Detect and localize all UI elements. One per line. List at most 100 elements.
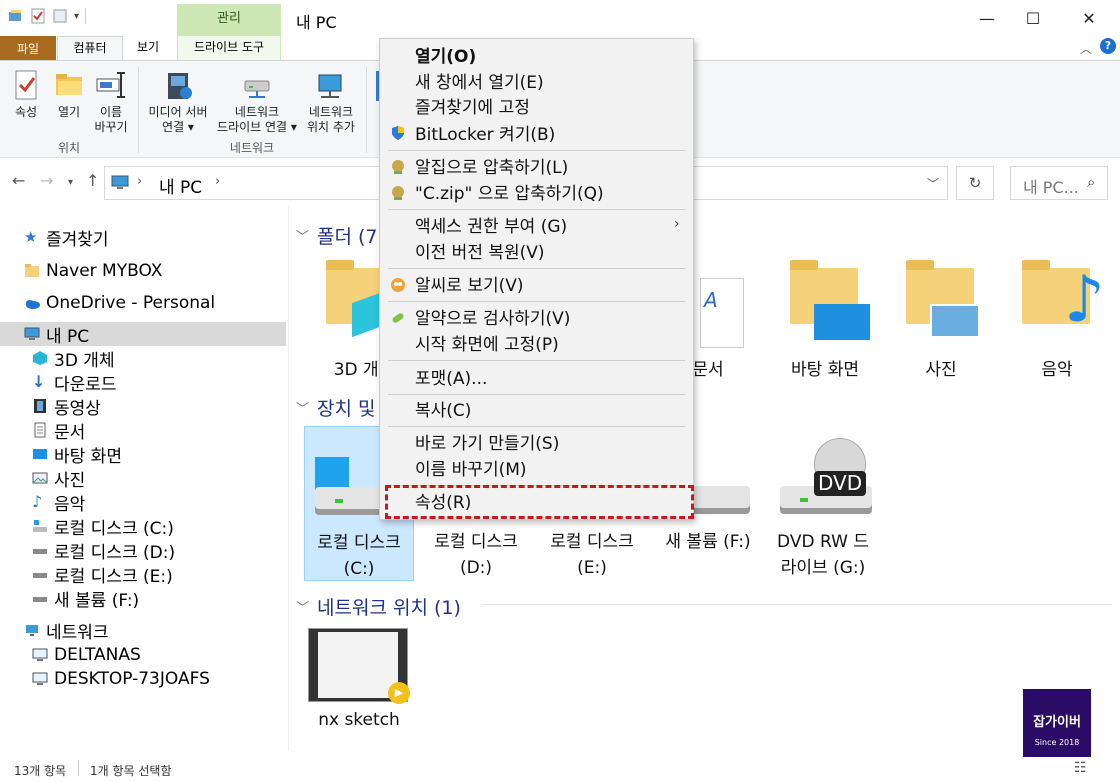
folder-tile-documents[interactable]: A 문서 [692,258,752,383]
pane-divider[interactable] [288,206,289,751]
ribbon-group-divider [138,67,139,153]
landscape-picture-icon [930,304,980,338]
open-button[interactable]: 열기 [50,69,88,120]
media-server-button[interactable]: 미디어 서버 연결 ▾ [144,69,212,135]
devices-header-label: 장치 및 [317,398,376,420]
document-icon [34,422,46,438]
drive-tile-dvd-g[interactable]: DVD DVD RW 드 라이브 (G:) [770,426,876,581]
menu-item-give-access[interactable]: 액세스 권한 부여 (G) [415,215,567,239]
customize-qat-chevron-icon[interactable]: ▾ [74,11,79,22]
menu-item-create-shortcut[interactable]: 바로 가기 만들기(S) [415,432,559,456]
menu-item-copy[interactable]: 복사(C) [415,399,471,423]
menu-item-open[interactable]: 열기(O) [415,45,476,69]
properties-icon [10,69,42,101]
maximize-button[interactable]: ☐ [1010,0,1056,36]
menu-item-open-new-window[interactable]: 새 창에서 열기(E) [415,71,544,95]
rename-icon [95,69,127,101]
back-arrow-icon[interactable]: ← [12,171,25,190]
nav-item-documents[interactable]: 문서 [0,418,286,443]
nav-item-desktop[interactable]: 바탕 화면 [0,442,286,467]
nav-item-onedrive[interactable]: OneDrive - Personal [0,291,286,315]
add-network-location-button[interactable]: 네트워크 위치 추가 [302,69,360,135]
menu-item-pin-start[interactable]: 시작 화면에 고정(P) [415,333,559,357]
minimize-button[interactable]: — [964,0,1010,36]
nav-item-pictures[interactable]: 사진 [0,466,286,491]
properties-check-icon[interactable] [30,8,46,24]
nav-item-quick-access[interactable]: ★ 즐겨찾기 [0,225,286,250]
add-network-location-label-line2: 위치 추가 [307,120,355,134]
menu-item-pin-quick-access[interactable]: 즐겨찾기에 고정 [415,96,530,120]
nav-item-label: DESKTOP-73JOAFS [54,669,210,689]
drive-label-line1: 로컬 디스크 [550,532,634,552]
folder-tile-desktop[interactable]: 바탕 화면 [780,258,870,383]
nav-item-3d-objects[interactable]: 3D 개체 [0,346,286,371]
map-network-drive-label-line2: 드라이브 연결 ▾ [217,120,297,134]
nav-item-desktop-73joafs[interactable]: DESKTOP-73JOAFS [0,667,286,691]
nav-item-network[interactable]: 네트워크 [0,618,286,643]
folder-tile-music[interactable]: ♪ 음악 [1012,258,1105,383]
nav-item-drive-d[interactable]: 로컬 디스크 (D:) [0,538,286,563]
properties-button[interactable]: 속성 [6,69,46,120]
network-location-tile-nx-sketch[interactable]: ▶ nx sketch [304,626,414,736]
music-note-icon: ♪ [1064,263,1105,337]
breadcrumb-this-pc[interactable]: 내 PC [159,173,202,198]
ribbon-group-divider [366,67,367,153]
menu-item-scan-alyac[interactable]: 알약으로 검사하기(V) [415,307,570,331]
search-icon: ⌕ [1087,173,1096,191]
breadcrumb-separator[interactable]: › [215,174,220,189]
recent-locations-chevron-icon[interactable]: ▾ [68,177,73,188]
nav-item-music[interactable]: ♪ 음악 [0,490,286,515]
tab-view[interactable]: 보기 [124,36,172,60]
window-title: 내 PC [296,13,337,32]
nav-item-videos[interactable]: 동영상 [0,394,286,419]
menu-item-alzip-compress[interactable]: 알집으로 압축하기(L) [415,156,568,180]
media-server-icon [162,69,194,101]
menu-item-format[interactable]: 포맷(A)... [415,367,487,391]
search-input[interactable]: 내 PC... ⌕ [1010,166,1108,200]
help-icon[interactable]: ? [1100,38,1116,54]
nav-item-downloads[interactable]: ↓ 다운로드 [0,370,286,395]
folders-section-header[interactable]: ﹀ 폴더 (7 [296,222,378,249]
up-arrow-icon[interactable]: ↑ [86,171,99,190]
folder-label: 음악 [1041,360,1073,380]
forward-arrow-icon[interactable]: → [40,171,53,190]
nav-item-label: 즐겨찾기 [46,229,109,250]
tab-drive-tools[interactable]: 드라이브 도구 [177,36,281,60]
nav-item-label: Naver MYBOX [46,261,163,281]
nav-item-drive-e[interactable]: 로컬 디스크 (E:) [0,562,286,587]
ribbon-collapse-chevron-icon[interactable]: ︿ [1080,40,1092,57]
nav-item-drive-f[interactable]: 새 볼륨 (F:) [0,586,286,611]
menu-item-properties[interactable]: 속성(R) [415,491,471,515]
star-icon: ★ [24,228,38,246]
nav-item-label: 사진 [54,470,86,491]
refresh-icon[interactable]: ↻ [956,166,994,200]
devices-section-header[interactable]: ﹀ 장치 및 [296,394,376,421]
network-icon [26,625,38,636]
tab-computer[interactable]: 컴퓨터 [57,36,123,61]
details-view-icon[interactable]: ☷ [1074,760,1087,776]
new-folder-icon[interactable] [52,8,68,24]
nav-item-this-pc[interactable]: 내 PC [0,322,286,347]
menu-item-compress-czip[interactable]: "C.zip" 으로 압축하기(Q) [415,182,604,206]
menu-separator [388,301,685,302]
nav-item-drive-c[interactable]: 로컬 디스크 (C:) [0,514,286,539]
rename-button[interactable]: 이름 바꾸기 [90,69,132,135]
alzip-icon [392,160,404,174]
explorer-icon[interactable] [8,8,24,24]
alyac-icon [392,313,404,323]
menu-item-rename[interactable]: 이름 바꾸기(M) [415,458,527,482]
map-network-drive-button[interactable]: 네트워크 드라이브 연결 ▾ [214,69,300,135]
close-button[interactable]: ✕ [1066,0,1112,36]
menu-item-bitlocker[interactable]: BitLocker 켜기(B) [415,123,555,147]
cube-3d-icon [33,351,47,365]
folder-tile-pictures[interactable]: 사진 [896,258,986,383]
network-locations-section-header[interactable]: ﹀ 네트워크 위치 (1) [296,593,461,620]
menu-item-restore-previous[interactable]: 이전 버전 복원(V) [415,241,545,265]
nav-item-deltanas[interactable]: DELTANAS [0,643,286,667]
nav-item-naver-mybox[interactable]: Naver MYBOX [0,259,286,283]
address-dropdown-chevron-icon[interactable]: ﹀ [927,175,939,192]
logo-title: 잡가이버 [1033,715,1081,730]
tab-file[interactable]: 파일 [0,36,56,60]
computer-icon [32,648,48,661]
menu-item-view-alsee[interactable]: 알씨로 보기(V) [415,274,524,298]
